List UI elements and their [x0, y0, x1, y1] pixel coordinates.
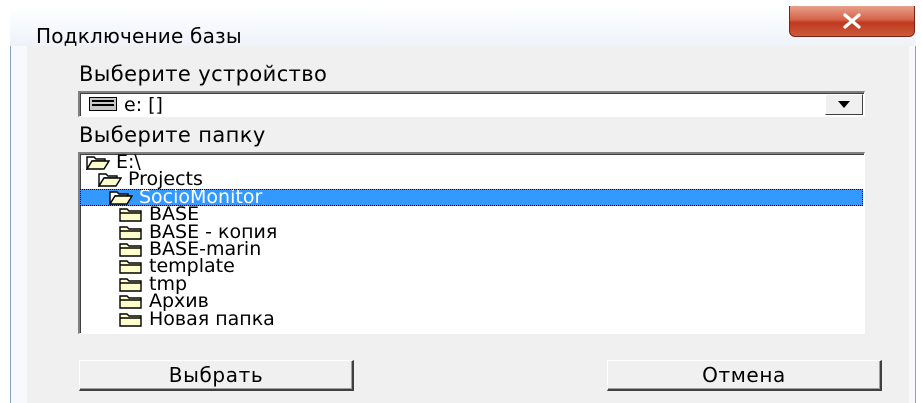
connect-database-dialog: Подключение базы Выберите устройство e: …: [0, 0, 922, 403]
folder-label: Выберите папку: [79, 123, 266, 147]
folder-item-label: Новая папка: [149, 307, 275, 330]
folder-icon: [119, 207, 143, 222]
device-dropdown-button[interactable]: [825, 94, 863, 115]
device-combobox[interactable]: e: []: [78, 91, 865, 117]
folder-icon: [119, 294, 143, 309]
open-folder-icon: [97, 172, 123, 189]
open-folder-icon: [108, 190, 134, 207]
title-bar[interactable]: Подключение базы: [10, 6, 916, 48]
chevron-down-icon: [838, 101, 850, 108]
window-title: Подключение базы: [36, 24, 242, 48]
drive-icon: [89, 97, 117, 111]
folder-list[interactable]: E:\ Projects SocioMonitor BASE BASE - копия B…: [78, 152, 865, 334]
close-icon: [843, 13, 861, 29]
folder-item[interactable]: Новая папка: [80, 307, 863, 330]
open-folder-icon: [85, 155, 111, 172]
folder-icon: [119, 277, 143, 292]
device-selected-value: e: []: [124, 94, 163, 116]
window-left-border: [10, 46, 27, 403]
folder-icon: [119, 259, 143, 275]
window-right-border: [909, 46, 916, 403]
device-label: Выберите устройство: [79, 62, 328, 86]
select-button[interactable]: Выбрать: [79, 360, 354, 391]
folder-icon: [119, 225, 143, 240]
folder-icon: [119, 312, 143, 327]
folder-item[interactable]: template: [80, 257, 863, 276]
folder-icon: [119, 242, 143, 257]
close-button[interactable]: [789, 6, 915, 37]
cancel-button[interactable]: Отмена: [607, 360, 882, 391]
